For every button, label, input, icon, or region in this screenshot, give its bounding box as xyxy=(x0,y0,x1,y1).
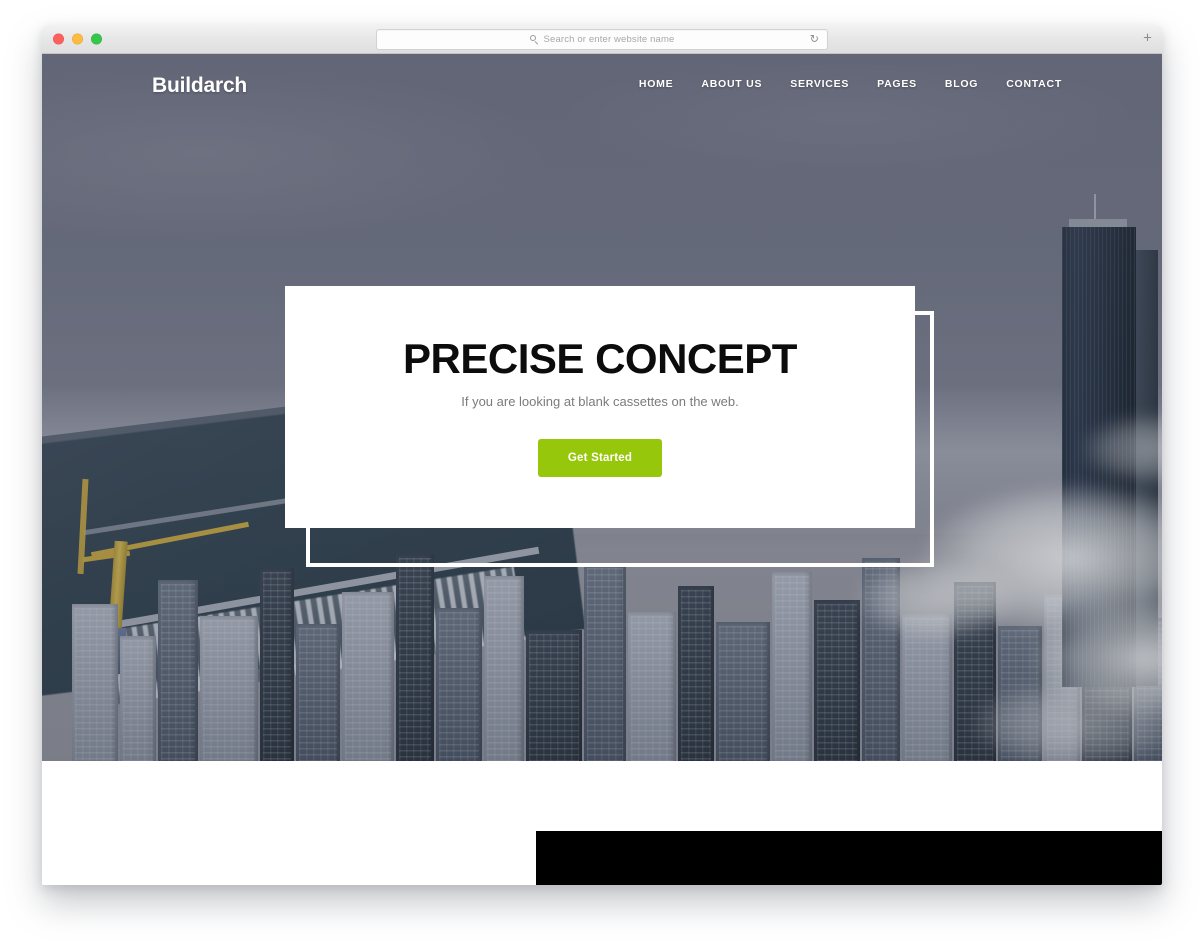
nav-item-home[interactable]: HOME xyxy=(639,78,674,90)
reload-icon[interactable]: ↻ xyxy=(810,34,819,45)
search-icon xyxy=(529,35,539,44)
address-bar-placeholder: Search or enter website name xyxy=(543,34,675,45)
site-logo[interactable]: Buildarch xyxy=(152,74,247,98)
address-bar[interactable]: Search or enter website name ↻ xyxy=(376,29,828,50)
nav-item-blog[interactable]: BLOG xyxy=(945,78,978,90)
nav-item-about-us[interactable]: ABOUT US xyxy=(701,78,762,90)
nav-item-services[interactable]: SERVICES xyxy=(790,78,849,90)
address-bar-content: Search or enter website name xyxy=(529,34,675,45)
get-started-button[interactable]: Get Started xyxy=(537,438,663,477)
nav-links: HOME ABOUT US SERVICES PAGES BLOG CONTAC… xyxy=(639,78,1062,90)
hero-section: Buildarch HOME ABOUT US SERVICES PAGES B… xyxy=(42,54,1162,761)
minimize-window-button[interactable] xyxy=(72,33,83,45)
below-hero-section xyxy=(42,761,1162,885)
new-tab-button[interactable]: + xyxy=(1140,31,1155,47)
browser-window: Search or enter website name ↻ + Buildar… xyxy=(42,25,1162,885)
hero-title: PRECISE CONCEPT xyxy=(403,334,797,382)
hero-subtitle: If you are looking at blank cassettes on… xyxy=(461,393,739,409)
nav-item-contact[interactable]: CONTACT xyxy=(1006,78,1062,90)
window-controls xyxy=(53,33,102,45)
black-content-band xyxy=(536,831,1162,885)
site-navbar: Buildarch HOME ABOUT US SERVICES PAGES B… xyxy=(42,54,1162,116)
browser-toolbar: Search or enter website name ↻ + xyxy=(42,25,1162,54)
nav-item-pages[interactable]: PAGES xyxy=(877,78,917,90)
maximize-window-button[interactable] xyxy=(91,33,102,45)
close-window-button[interactable] xyxy=(53,33,64,45)
hero-card: PRECISE CONCEPT If you are looking at bl… xyxy=(285,286,915,528)
page-viewport: Buildarch HOME ABOUT US SERVICES PAGES B… xyxy=(42,54,1162,885)
